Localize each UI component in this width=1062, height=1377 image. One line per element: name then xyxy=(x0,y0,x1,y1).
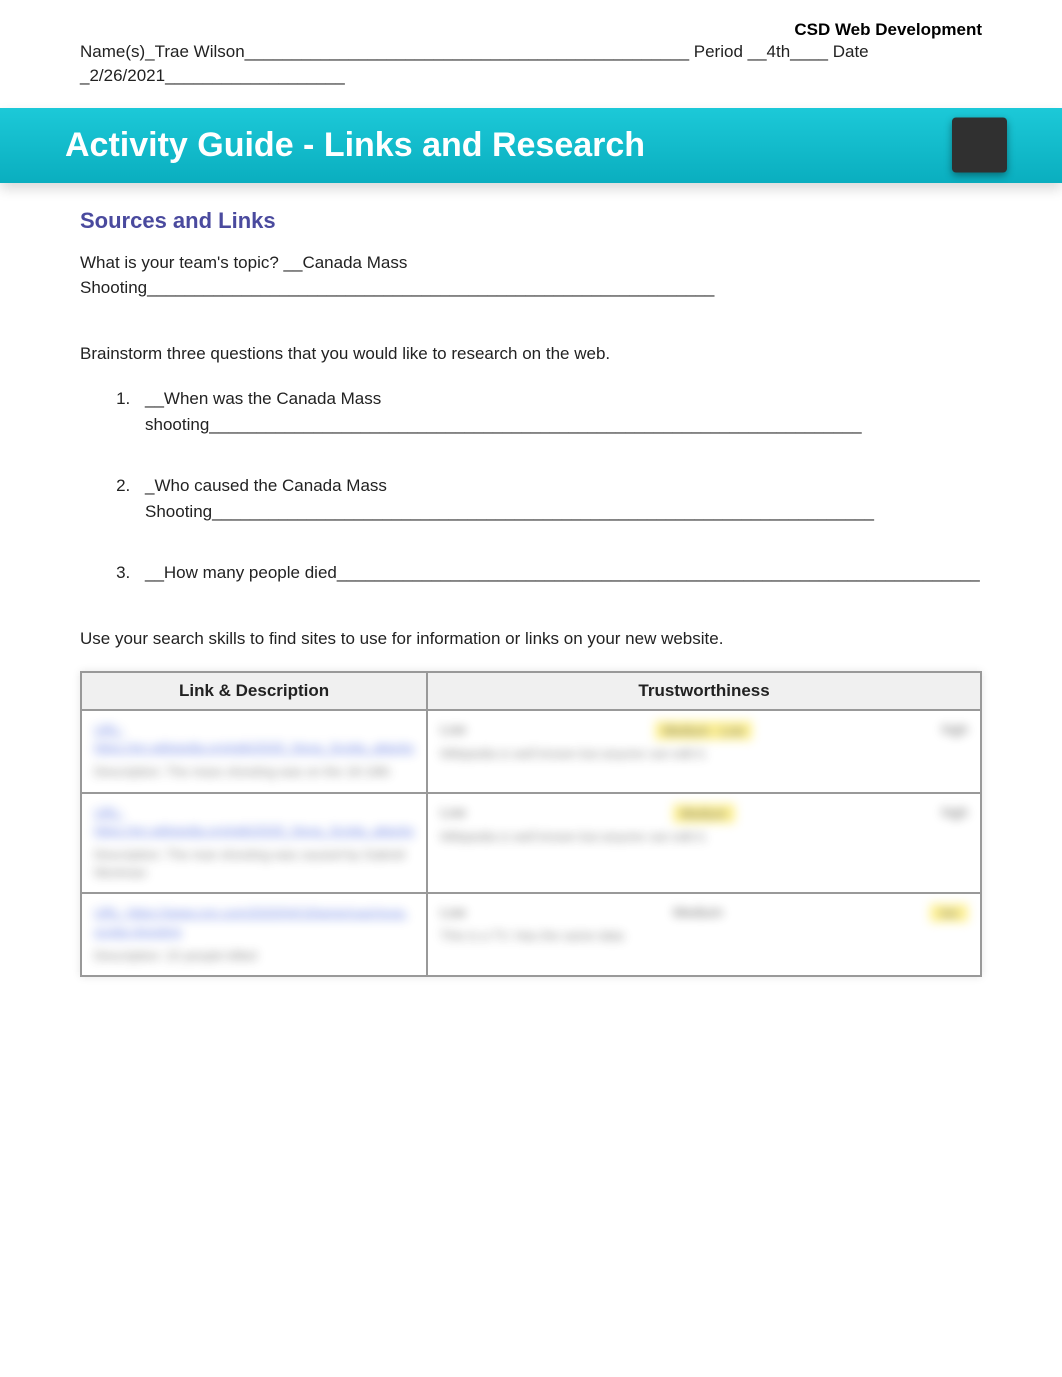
table-header-link: Link & Description xyxy=(81,672,427,710)
table-row: URL: https://en.wikipedia.org/wiki/2020_… xyxy=(81,710,981,793)
trust-axis-high: high xyxy=(942,721,968,737)
question-item: __When was the Canada Mass shooting_____… xyxy=(135,386,982,437)
trust-axis-low: Low xyxy=(440,721,466,737)
brainstorm-prompt: Brainstorm three questions that you woul… xyxy=(80,341,982,367)
source-link[interactable]: URL: https://www.cnn.com/2020/04/19/amer… xyxy=(94,904,414,940)
table-header-trust: Trustworthiness xyxy=(427,672,981,710)
banner-badge-icon xyxy=(952,118,1007,173)
trust-rating: Medium xyxy=(673,804,735,823)
meta-names-line: Name(s)_Trae Wilson_____________________… xyxy=(80,40,982,64)
source-link[interactable]: URL: https://en.wikipedia.org/wiki/2020_… xyxy=(94,804,414,840)
trust-rating-plain: Medium xyxy=(673,904,723,920)
trust-note: Wikipedia is well known but anyone can e… xyxy=(440,746,968,761)
trust-axis-high: high xyxy=(942,804,968,820)
search-prompt: Use your search skills to find sites to … xyxy=(80,626,982,652)
question-item: _Who caused the Canada Mass Shooting____… xyxy=(135,473,982,524)
source-desc: Description: The man shooting was caused… xyxy=(94,847,405,880)
trust-note: Wikipedia is well known but anyone can e… xyxy=(440,829,968,844)
trust-rating: Medium - Low xyxy=(655,721,753,740)
question-item: __How many people died__________________… xyxy=(135,560,982,586)
banner-title: Activity Guide - Links and Research xyxy=(0,126,1062,165)
trust-axis-low: Low xyxy=(440,804,466,820)
trust-axis-low: Low xyxy=(440,904,466,920)
trust-axis-high: low xyxy=(930,904,968,922)
source-desc: Description: The mass shooting was on th… xyxy=(94,764,390,779)
section-title-sources: Sources and Links xyxy=(80,208,982,234)
question-list: __When was the Canada Mass shooting_____… xyxy=(80,386,982,586)
source-desc: Description: 22 people killed xyxy=(94,948,257,963)
activity-banner: Activity Guide - Links and Research xyxy=(0,108,1062,183)
meta-date-line: _2/26/2021___________________ xyxy=(80,64,982,88)
trust-note: This is a TV. Has the same data xyxy=(440,928,968,943)
team-topic: What is your team's topic? __Canada Mass… xyxy=(80,250,982,301)
table-row: URL: https://www.cnn.com/2020/04/19/amer… xyxy=(81,893,981,976)
course-title: CSD Web Development xyxy=(80,20,982,40)
table-row: URL: https://en.wikipedia.org/wiki/2020_… xyxy=(81,793,981,894)
source-link[interactable]: URL: https://en.wikipedia.org/wiki/2020_… xyxy=(94,721,414,757)
research-table: Link & Description Trustworthiness URL: … xyxy=(80,671,982,977)
